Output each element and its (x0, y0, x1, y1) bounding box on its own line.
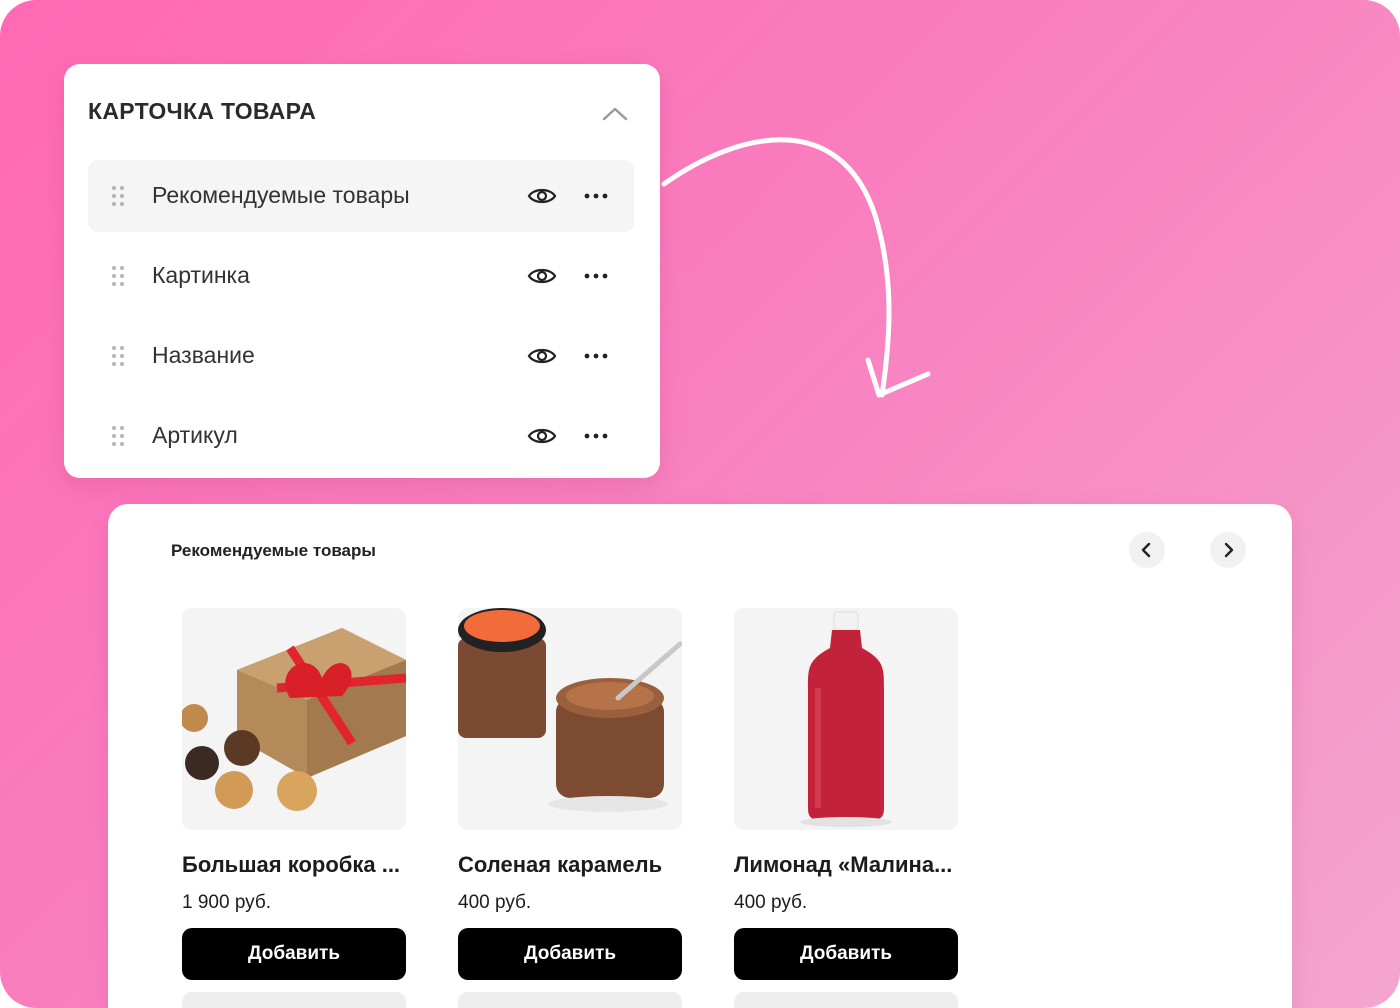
panel-row-sku[interactable]: Артикул (88, 400, 634, 472)
eye-icon[interactable] (526, 344, 558, 368)
collapse-chevron-up-icon[interactable] (600, 102, 630, 126)
recommended-products-block: Рекомендуемые товары Большая коробка ...… (108, 504, 1292, 1008)
product-price: 1 900 руб. (182, 892, 272, 913)
secondary-button[interactable] (734, 992, 958, 1008)
chevron-left-icon (1141, 542, 1151, 558)
product-price: 400 руб. (734, 892, 808, 913)
row-label: Артикул (152, 422, 238, 448)
secondary-button[interactable] (458, 992, 682, 1008)
product-card[interactable]: Лимонад «Малина... 400 руб. Добавить (734, 608, 958, 1008)
row-label: Название (152, 342, 255, 368)
more-dots-icon[interactable] (582, 424, 610, 448)
drag-handle-icon[interactable] (110, 345, 126, 367)
product-card[interactable]: Соленая карамель 400 руб. Добавить (458, 608, 682, 1008)
panel-title: КАРТОЧКА ТОВАРА (88, 98, 317, 124)
secondary-button[interactable] (182, 992, 406, 1008)
row-label: Картинка (152, 262, 250, 288)
eye-icon[interactable] (526, 184, 558, 208)
block-title: Рекомендуемые товары (171, 541, 376, 560)
drag-handle-icon[interactable] (110, 265, 126, 287)
product-card-settings-panel: КАРТОЧКА ТОВАРА Рекомендуемые товары Кар… (64, 64, 660, 478)
canvas: КАРТОЧКА ТОВАРА Рекомендуемые товары Кар… (0, 0, 1400, 1008)
curved-arrow-icon (661, 137, 931, 398)
gift-box-with-cookies-image[interactable] (182, 608, 406, 830)
caramel-jars-image[interactable] (458, 608, 682, 830)
eye-icon[interactable] (526, 424, 558, 448)
chevron-right-icon (1224, 542, 1234, 558)
raspberry-lemonade-bottle-image[interactable] (734, 608, 958, 830)
product-card[interactable]: Большая коробка ... 1 900 руб. Добавить (182, 608, 406, 1008)
carousel-prev-button[interactable] (1129, 532, 1165, 568)
add-to-cart-button[interactable]: Добавить (182, 928, 406, 980)
add-to-cart-button[interactable]: Добавить (734, 928, 958, 980)
panel-row-recommended[interactable]: Рекомендуемые товары (88, 160, 634, 232)
add-to-cart-button[interactable]: Добавить (458, 928, 682, 980)
more-dots-icon[interactable] (582, 264, 610, 288)
panel-row-image[interactable]: Картинка (88, 240, 634, 312)
drag-handle-icon[interactable] (110, 425, 126, 447)
product-price: 400 руб. (458, 892, 532, 913)
product-name: Соленая карамель (458, 852, 663, 877)
panel-row-name[interactable]: Название (88, 320, 634, 392)
more-dots-icon[interactable] (582, 344, 610, 368)
product-name: Большая коробка ... (182, 852, 401, 877)
eye-icon[interactable] (526, 264, 558, 288)
row-label: Рекомендуемые товары (152, 182, 410, 208)
more-dots-icon[interactable] (582, 184, 610, 208)
carousel-next-button[interactable] (1210, 532, 1246, 568)
product-name: Лимонад «Малина... (734, 852, 953, 877)
drag-handle-icon[interactable] (110, 185, 126, 207)
